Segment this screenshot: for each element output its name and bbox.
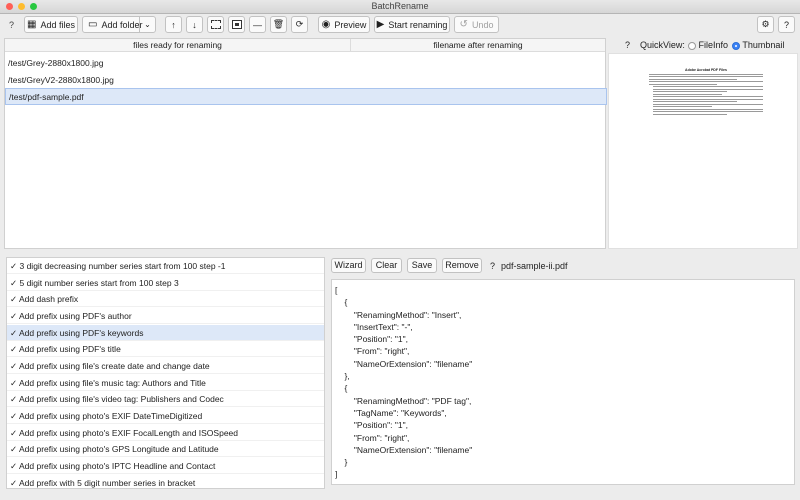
rule-json-text[interactable]: [ { "RenamingMethod": "Insert", "InsertT… [335, 284, 791, 481]
list-item[interactable]: ✓ Add prefix using file's create date an… [7, 358, 324, 374]
invert-selection-button[interactable] [228, 16, 245, 33]
refresh-icon: ⟳ [295, 19, 304, 29]
files-table: files ready for renaming filename after … [4, 38, 607, 249]
editor-help-icon[interactable]: ? [490, 261, 495, 271]
fileinfo-radio[interactable]: FileInfo [688, 38, 728, 52]
title-bar: BatchRename [0, 0, 800, 14]
column-header-renamed[interactable]: filename after renaming [351, 39, 605, 52]
history-icon: ↺ [459, 19, 468, 30]
trash-icon: 🗑 [272, 19, 285, 29]
table-row-selected[interactable]: /test/pdf-sample.pdf [5, 88, 607, 105]
list-item[interactable]: ✓ Add prefix using photo's GPS Longitude… [7, 441, 324, 457]
list-item[interactable]: ✓ Add prefix using photo's IPTC Headline… [7, 458, 324, 474]
folder-icon: ▭ [88, 19, 98, 30]
file-name: /test/GreyV2-2880x1800.jpg [8, 75, 114, 85]
invert-icon [231, 20, 242, 29]
table-row[interactable]: /test/Grey-2880x1800.jpg [5, 55, 607, 72]
window-controls [6, 3, 37, 10]
minimize-window-button[interactable] [18, 3, 25, 10]
rule-json-editor[interactable]: [ { "RenamingMethod": "Insert", "InsertT… [331, 279, 795, 485]
list-item[interactable]: ✓ Add prefix using photo's EXIF FocalLen… [7, 425, 324, 441]
thumbnail-radio[interactable]: Thumbnail [732, 38, 784, 52]
file-name: /test/Grey-2880x1800.jpg [8, 58, 104, 68]
arrow-up-icon: ↑ [171, 19, 176, 30]
quickview-bar: ? QuickView: FileInfo Thumbnail [608, 38, 798, 52]
gear-icon: ⚙ [761, 19, 770, 29]
list-item[interactable]: ✓ Add prefix with 5 digit number series … [7, 475, 324, 488]
zoom-window-button[interactable] [30, 3, 37, 10]
list-item[interactable]: ✓ Add prefix using PDF's author [7, 308, 324, 324]
help-icon[interactable]: ? [9, 20, 14, 30]
list-item[interactable]: ✓ Add dash prefix [7, 291, 324, 307]
list-item[interactable]: ✓ 3 digit decreasing number series start… [7, 258, 324, 274]
remove-item-button[interactable]: — [249, 16, 266, 33]
select-all-button[interactable] [207, 16, 224, 33]
preview-button[interactable]: ◉ Preview [318, 16, 370, 33]
list-item[interactable]: ✓ Add prefix using photo's EXIF DateTime… [7, 408, 324, 424]
play-icon: ▶ [376, 19, 385, 30]
radio-icon [688, 41, 696, 50]
quickview-help-icon[interactable]: ? [625, 38, 630, 52]
move-up-button[interactable]: ↑ [165, 16, 182, 33]
settings-button[interactable]: ⚙ [757, 16, 774, 33]
help-button[interactable]: ? [778, 16, 795, 33]
eye-icon: ◉ [321, 19, 331, 30]
quickview-label: QuickView: [640, 40, 685, 50]
select-frame-icon [210, 20, 221, 29]
window-title: BatchRename [371, 1, 429, 11]
rule-filename: pdf-sample-ii.pdf [501, 261, 568, 271]
undo-button[interactable]: ↺ Undo [454, 16, 499, 33]
list-item[interactable]: ✓ 5 digit number series start from 100 s… [7, 275, 324, 291]
delete-button[interactable]: 🗑 [270, 16, 287, 33]
clear-button[interactable]: Clear [371, 258, 402, 273]
list-item-selected[interactable]: ✓ Add prefix using PDF's keywords [7, 325, 324, 341]
remove-button[interactable]: Remove [442, 258, 482, 273]
chevron-down-icon[interactable]: ⌄ [139, 17, 155, 32]
save-button[interactable]: Save [407, 258, 437, 273]
arrow-down-icon: ↓ [192, 19, 197, 30]
move-down-button[interactable]: ↓ [186, 16, 203, 33]
start-renaming-button[interactable]: ▶ Start renaming [374, 16, 450, 33]
close-window-button[interactable] [6, 3, 13, 10]
rules-list: ✓ 3 digit decreasing number series start… [6, 257, 325, 489]
list-item[interactable]: ✓ Add prefix using file's music tag: Aut… [7, 375, 324, 391]
table-row[interactable]: /test/GreyV2-2880x1800.jpg [5, 72, 607, 89]
add-files-button[interactable]: ▦ Add files [24, 16, 78, 33]
column-header-original[interactable]: files ready for renaming [5, 39, 351, 52]
toolbar: ? ▦ Add files ▭ Add folder ⌄ ↑ ↓ — 🗑 ⟳ ◉… [0, 14, 800, 36]
radio-selected-icon [732, 41, 740, 50]
minus-icon: — [253, 19, 262, 30]
question-icon: ? [783, 19, 789, 30]
thumbnail-title: Adobe Acrobat PDF Files [685, 68, 727, 72]
pdf-thumbnail: Adobe Acrobat PDF Files [645, 67, 767, 157]
list-item[interactable]: ✓ Add prefix using file's video tag: Pub… [7, 391, 324, 407]
add-file-icon: ▦ [27, 19, 37, 30]
add-folder-button[interactable]: ▭ Add folder ⌄ [82, 16, 156, 33]
refresh-button[interactable]: ⟳ [291, 16, 308, 33]
list-item[interactable]: ✓ Add prefix using PDF's title [7, 341, 324, 357]
file-name: /test/pdf-sample.pdf [9, 92, 84, 102]
wizard-button[interactable]: Wizard [331, 258, 366, 273]
